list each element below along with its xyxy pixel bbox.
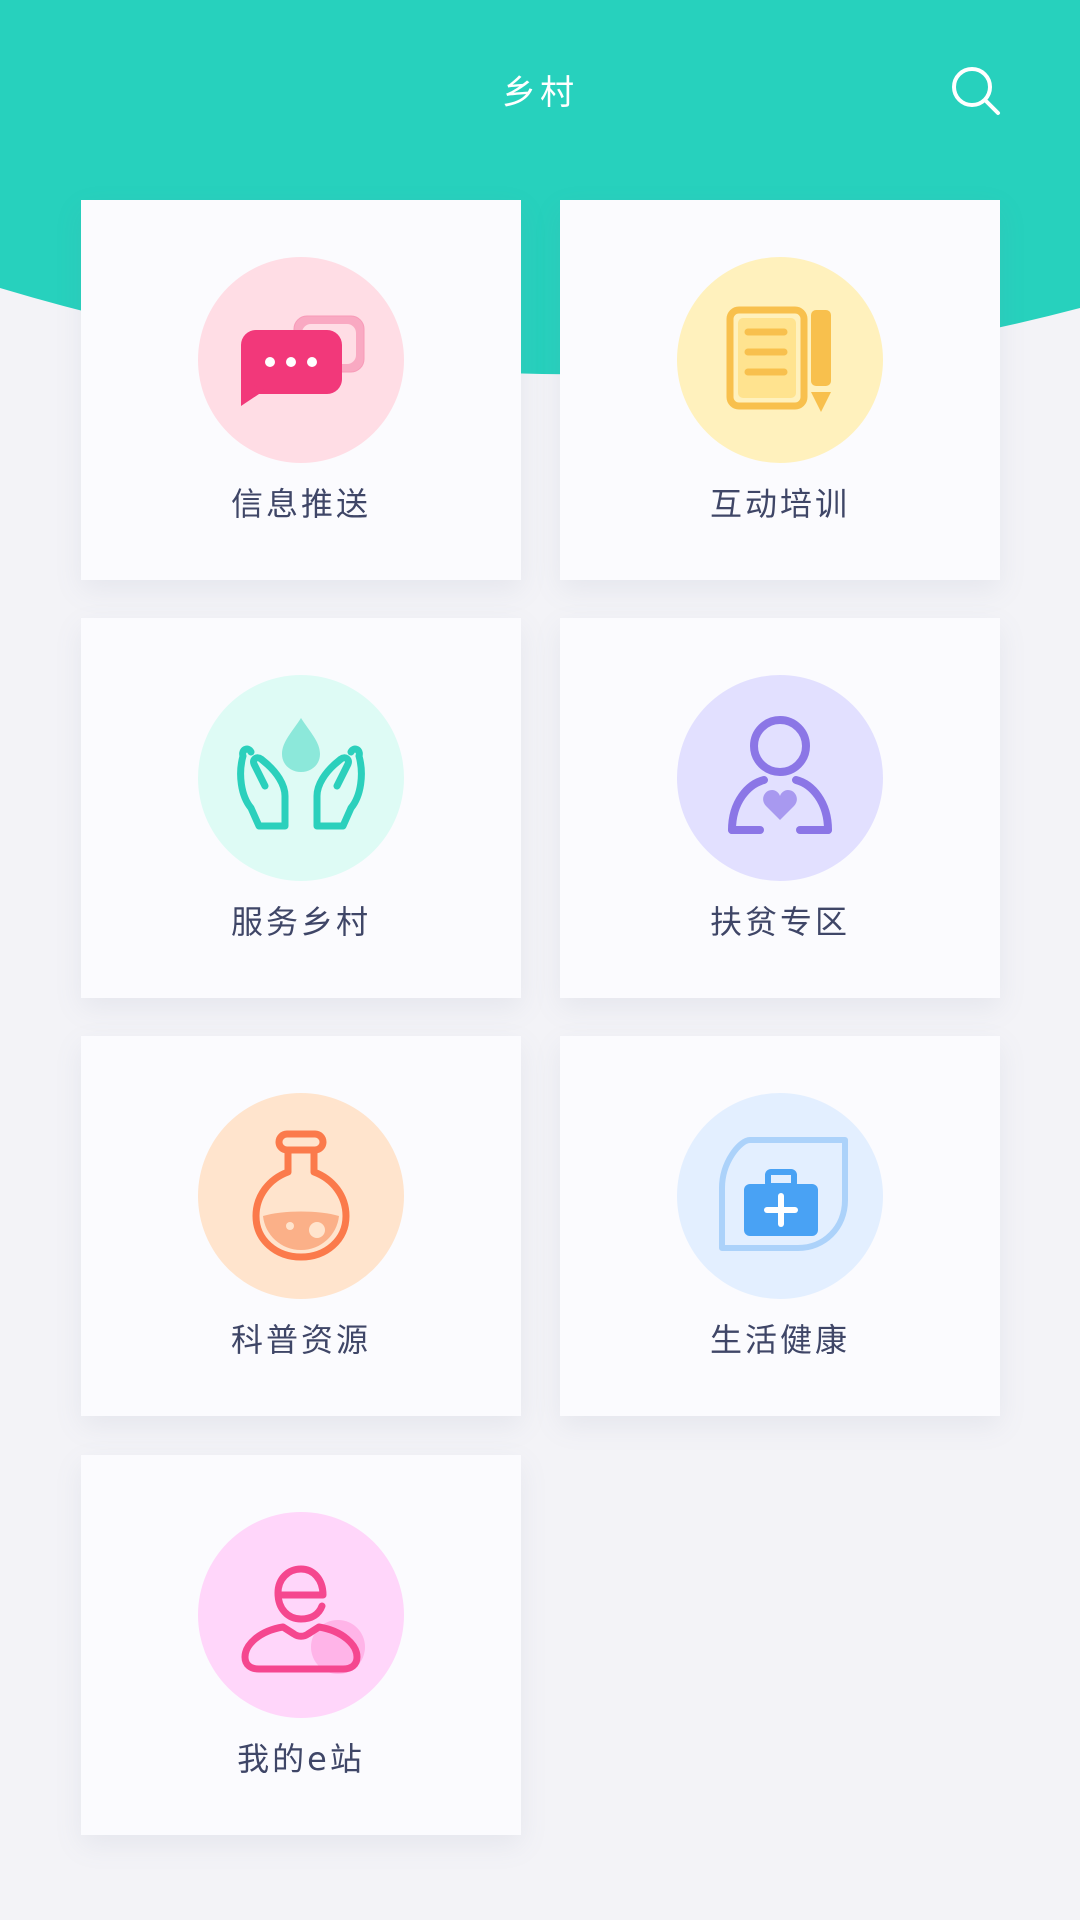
person-heart-icon xyxy=(728,716,832,834)
e-user-icon xyxy=(241,1565,365,1674)
tile-label: 信息推送 xyxy=(230,485,371,523)
tile-interactive-training[interactable]: 互动培训 xyxy=(560,200,1000,580)
icon-circle xyxy=(677,257,883,463)
tile-life-health[interactable]: 生活健康 xyxy=(560,1036,1000,1416)
tile-label: 我的e站 xyxy=(237,1740,365,1778)
tile-label: 生活健康 xyxy=(709,1321,850,1359)
icon-circle xyxy=(677,1093,883,1299)
tile-poverty-alleviation[interactable]: 扶贫专区 xyxy=(560,618,1000,998)
tile-label: 服务乡村 xyxy=(230,903,371,941)
search-button[interactable] xyxy=(948,62,1004,118)
icon-circle xyxy=(198,257,404,463)
tile-science-resources[interactable]: 科普资源 xyxy=(81,1036,521,1416)
tile-label: 互动培训 xyxy=(709,485,850,523)
notepad-pencil-icon xyxy=(726,306,831,412)
tile-info-push[interactable]: 信息推送 xyxy=(81,200,521,580)
tile-my-e-station[interactable]: 我的e站 xyxy=(81,1455,521,1835)
icon-circle xyxy=(677,675,883,881)
search-icon xyxy=(952,67,1000,115)
tile-label: 科普资源 xyxy=(230,1321,371,1359)
tile-label: 扶贫专区 xyxy=(709,903,850,941)
page-title: 乡村 xyxy=(502,73,578,113)
medical-kit-icon xyxy=(719,1137,848,1251)
tile-service-village[interactable]: 服务乡村 xyxy=(81,618,521,998)
flask-icon xyxy=(252,1130,350,1261)
hands-water-drop-icon xyxy=(237,718,365,830)
chat-bubbles-icon xyxy=(241,315,365,406)
icon-circle xyxy=(198,1512,404,1718)
icon-circle xyxy=(198,1093,404,1299)
icon-circle xyxy=(198,675,404,881)
